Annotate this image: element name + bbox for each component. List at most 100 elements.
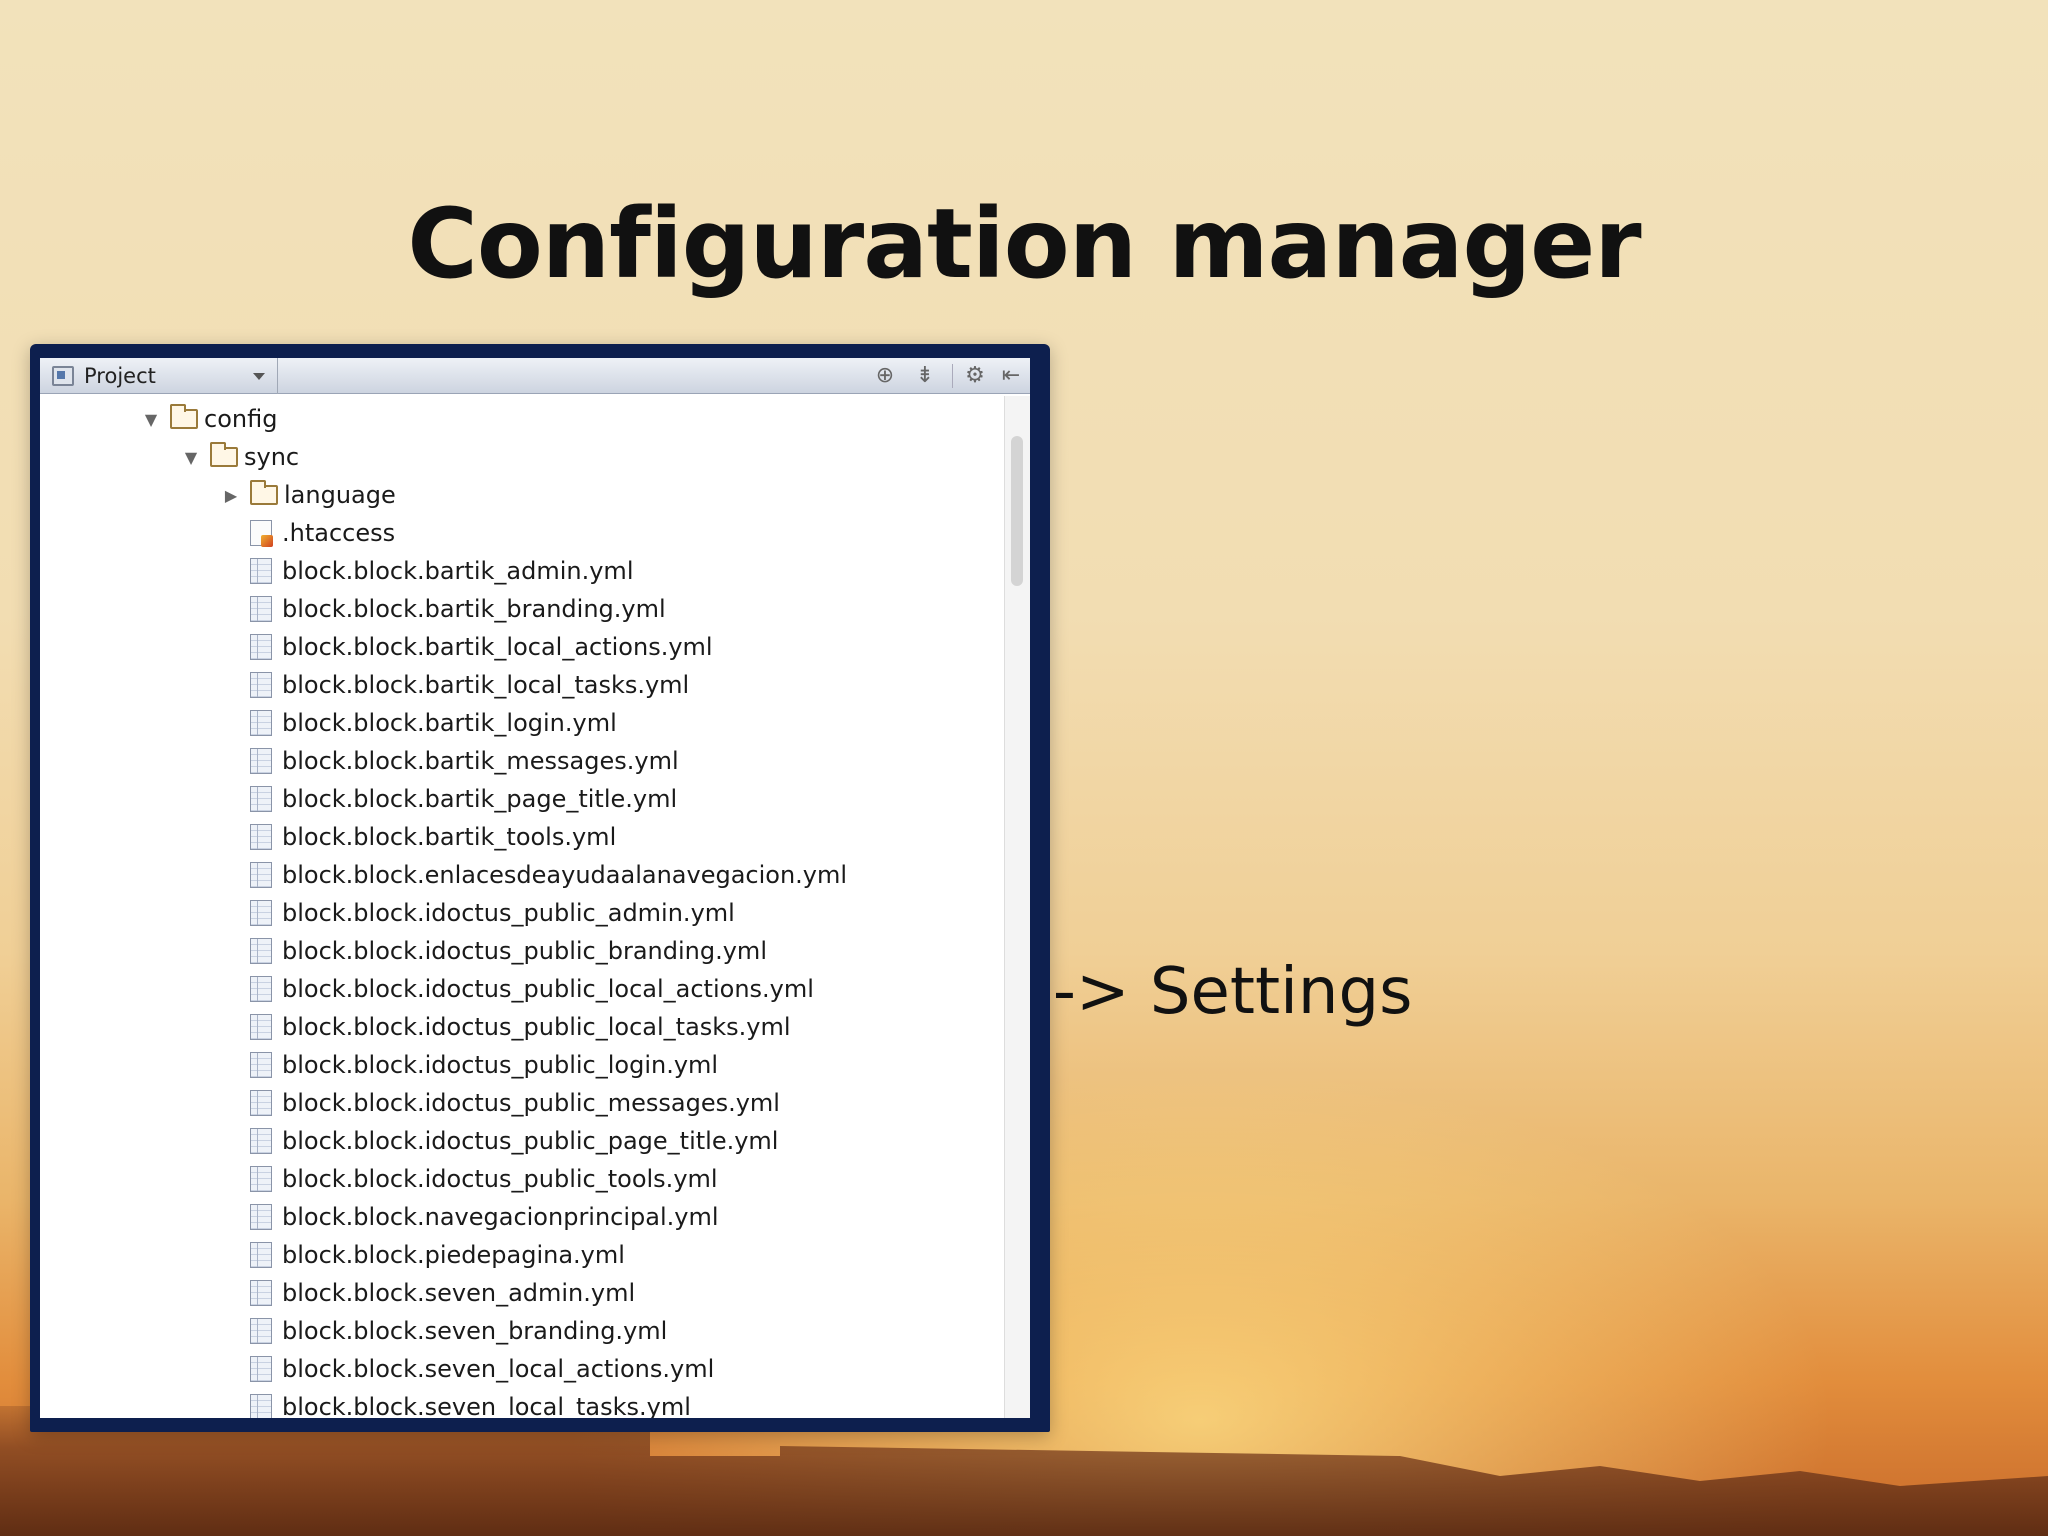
chevron-down-icon <box>253 373 265 380</box>
tree-item-label: block.block.bartik_local_tasks.yml <box>282 671 690 699</box>
tree-item-label: block.block.bartik_tools.yml <box>282 823 617 851</box>
tree-item-label: block.block.idoctus_public_messages.yml <box>282 1089 780 1117</box>
tree-file-row[interactable]: block.block.seven_local_tasks.yml <box>40 1388 1000 1418</box>
yaml-file-icon <box>250 596 272 622</box>
tree-file-row[interactable]: block.block.bartik_messages.yml <box>40 742 1000 780</box>
yaml-file-icon <box>250 900 272 926</box>
yaml-file-icon <box>250 1128 272 1154</box>
yaml-file-icon <box>250 862 272 888</box>
tree-folder-row[interactable]: ▼ sync <box>40 438 1000 476</box>
screenshot-frame: Project ⊕ ⇟ ⚙ ⇤ ▼ config ▼ sync ▶ language .ht… <box>30 344 1050 1432</box>
tree-item-label: block.block.bartik_branding.yml <box>282 595 666 623</box>
tree-file-row[interactable]: block.block.navegacionprincipal.yml <box>40 1198 1000 1236</box>
tree-file-row[interactable]: block.block.bartik_branding.yml <box>40 590 1000 628</box>
project-combo-label: Project <box>84 364 156 388</box>
tree-item-label: block.block.seven_branding.yml <box>282 1317 668 1345</box>
tree-file-row[interactable]: block.block.idoctus_public_local_actions… <box>40 970 1000 1008</box>
tree-file-row[interactable]: block.block.bartik_local_tasks.yml <box>40 666 1000 704</box>
tree-item-label: block.block.navegacionprincipal.yml <box>282 1203 719 1231</box>
tree-item-label: block.block.seven_admin.yml <box>282 1279 636 1307</box>
scrollbar-thumb[interactable] <box>1011 436 1023 586</box>
tree-file-row[interactable]: block.block.bartik_page_title.yml <box>40 780 1000 818</box>
tree-file-row[interactable]: block.block.bartik_local_actions.yml <box>40 628 1000 666</box>
tree-item-label: block.block.piedepagina.yml <box>282 1241 625 1269</box>
yaml-file-icon <box>250 1204 272 1230</box>
tree-item-label: block.block.idoctus_public_local_tasks.y… <box>282 1013 791 1041</box>
yaml-file-icon <box>250 1166 272 1192</box>
tree-item-label: block.block.bartik_local_actions.yml <box>282 633 713 661</box>
tree-folder-row[interactable]: ▼ config <box>40 400 1000 438</box>
folder-icon <box>210 442 238 467</box>
yaml-file-icon <box>250 1090 272 1116</box>
yaml-file-icon <box>250 786 272 812</box>
project-toolbar: Project ⊕ ⇟ ⚙ ⇤ <box>40 358 1030 394</box>
yaml-file-icon <box>250 1014 272 1040</box>
tree-file-row[interactable]: block.block.enlacesdeayudaalanavegacion.… <box>40 856 1000 894</box>
collapse-all-icon[interactable]: ⇟ <box>912 364 938 388</box>
yaml-file-icon <box>250 824 272 850</box>
tree-item-label: block.block.bartik_admin.yml <box>282 557 634 585</box>
tree-file-row[interactable]: block.block.seven_local_actions.yml <box>40 1350 1000 1388</box>
yaml-file-icon <box>250 938 272 964</box>
tree-file-row[interactable]: block.block.seven_branding.yml <box>40 1312 1000 1350</box>
tree-item-label: block.block.idoctus_public_tools.yml <box>282 1165 718 1193</box>
tree-folder-row[interactable]: ▶ language <box>40 476 1000 514</box>
toolbar-divider <box>952 364 953 388</box>
tree-file-row[interactable]: block.block.bartik_login.yml <box>40 704 1000 742</box>
tree-file-row[interactable]: block.block.idoctus_public_admin.yml <box>40 894 1000 932</box>
yaml-file-icon <box>250 1242 272 1268</box>
project-view-selector[interactable]: Project <box>40 358 278 394</box>
tree-file-row[interactable]: block.block.bartik_admin.yml <box>40 552 1000 590</box>
expanded-arrow-icon[interactable]: ▼ <box>180 446 202 468</box>
target-icon[interactable]: ⊕ <box>872 364 898 388</box>
yaml-file-icon <box>250 976 272 1002</box>
expanded-arrow-icon[interactable]: ▼ <box>140 408 162 430</box>
tree-file-row[interactable]: block.block.seven_admin.yml <box>40 1274 1000 1312</box>
tree-file-row[interactable]: block.block.idoctus_public_branding.yml <box>40 932 1000 970</box>
tree-item-label: block.block.idoctus_public_local_actions… <box>282 975 814 1003</box>
hide-panel-icon[interactable]: ⇤ <box>998 364 1024 388</box>
tree-file-row[interactable]: block.block.piedepagina.yml <box>40 1236 1000 1274</box>
tree-file-row[interactable]: block.block.idoctus_public_login.yml <box>40 1046 1000 1084</box>
yaml-file-icon <box>250 1394 272 1418</box>
tree-item-label: config <box>204 405 278 433</box>
yaml-file-icon <box>250 558 272 584</box>
yaml-file-icon <box>250 1356 272 1382</box>
collapsed-arrow-icon[interactable]: ▶ <box>220 484 242 506</box>
tree-file-row[interactable]: block.block.idoctus_public_page_title.ym… <box>40 1122 1000 1160</box>
tree-file-row[interactable]: .htaccess <box>40 514 1000 552</box>
slide-title: Configuration manager <box>407 188 1641 300</box>
tree-item-label: block.block.seven_local_tasks.yml <box>282 1393 691 1418</box>
folder-icon <box>250 480 278 505</box>
tree-file-row[interactable]: block.block.idoctus_public_messages.yml <box>40 1084 1000 1122</box>
yaml-file-icon <box>250 748 272 774</box>
gear-icon[interactable]: ⚙ <box>962 364 988 388</box>
tree-item-label: sync <box>244 443 300 471</box>
yaml-file-icon <box>250 1052 272 1078</box>
tree-file-row[interactable]: block.block.idoctus_public_tools.yml <box>40 1160 1000 1198</box>
htaccess-file-icon <box>250 520 273 547</box>
yaml-file-icon <box>250 1280 272 1306</box>
file-tree: ▼ config ▼ sync ▶ language .htaccess block.bloc… <box>40 396 1000 1418</box>
tree-item-label: block.block.bartik_messages.yml <box>282 747 679 775</box>
tree-file-row[interactable]: block.block.idoctus_public_local_tasks.y… <box>40 1008 1000 1046</box>
tree-item-label: language <box>284 481 396 509</box>
tree-file-row[interactable]: block.block.bartik_tools.yml <box>40 818 1000 856</box>
vertical-scrollbar[interactable] <box>1004 396 1030 1418</box>
tree-item-label: .htaccess <box>282 519 396 547</box>
